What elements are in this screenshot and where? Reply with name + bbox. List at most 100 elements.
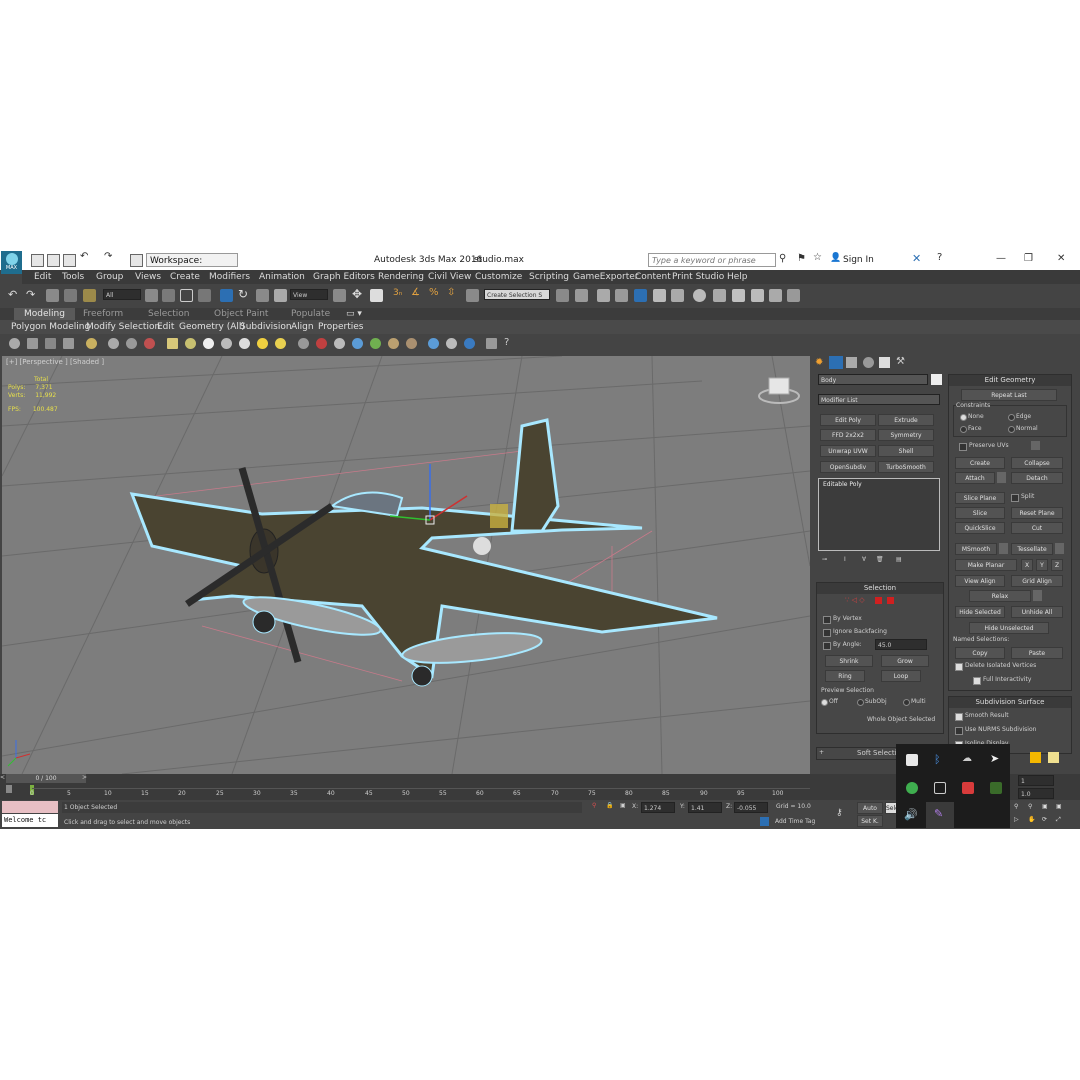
slice-plane-button[interactable]: Slice Plane: [955, 492, 1005, 504]
bind-space-warp-icon[interactable]: [83, 289, 96, 302]
open-file-icon[interactable]: [47, 254, 60, 267]
menu-gameexporter[interactable]: GameExporter: [573, 272, 639, 282]
help-circle-icon[interactable]: ?: [504, 337, 509, 348]
msmooth-settings-icon[interactable]: [999, 543, 1008, 554]
menu-print-studio[interactable]: Print Studio: [672, 272, 724, 282]
track-bar-icon[interactable]: [6, 785, 12, 793]
menu-help[interactable]: Help: [727, 272, 748, 282]
modify-tab-icon[interactable]: [829, 356, 843, 369]
object-color-swatch[interactable]: [931, 374, 942, 385]
pin-stack-icon[interactable]: ⊸: [822, 556, 827, 563]
webcam-icon[interactable]: [934, 782, 946, 794]
hemisphere-icon[interactable]: [185, 338, 196, 349]
time-slider[interactable]: 0 / 100: [6, 774, 86, 783]
ribbon-modify-selection[interactable]: Modify Selection: [86, 322, 160, 332]
full-interactivity-checkbox[interactable]: [973, 677, 981, 685]
copy-button[interactable]: Copy: [955, 647, 1005, 659]
x-coord-field[interactable]: 1.274: [641, 802, 675, 813]
paste-button[interactable]: Paste: [1011, 647, 1063, 659]
ribbon-polygon-modeling[interactable]: Polygon Modeling: [11, 322, 90, 332]
selection-filter-select[interactable]: All: [103, 289, 141, 300]
align-icon[interactable]: [575, 289, 588, 302]
time-tag-icon[interactable]: [760, 817, 769, 826]
subobject-polygon-icon[interactable]: [875, 597, 882, 604]
favorites-star-icon[interactable]: ☆: [813, 252, 822, 263]
repeat-last-button[interactable]: Repeat Last: [961, 389, 1057, 401]
render-production-icon[interactable]: [751, 289, 764, 302]
perspective-viewport[interactable]: [+] [Perspective ] [Shaded ] Total Polys…: [2, 356, 810, 774]
ring-button[interactable]: Ring: [825, 670, 865, 682]
reference-coordinate-select[interactable]: View: [290, 289, 328, 300]
collapse-button[interactable]: Collapse: [1011, 457, 1063, 469]
cone-icon[interactable]: [239, 338, 250, 349]
render-in-cloud-icon[interactable]: [787, 289, 800, 302]
msmooth-button[interactable]: MSmooth: [955, 543, 997, 555]
menu-group[interactable]: Group: [96, 272, 123, 282]
helper-icon[interactable]: [126, 338, 137, 349]
subdivision-iterations-field[interactable]: 1: [1018, 775, 1054, 786]
modifier-ffd-button[interactable]: FFD 2x2x2: [820, 429, 876, 441]
telegram-icon[interactable]: ➤: [990, 752, 999, 765]
use-nurms-checkbox[interactable]: [955, 727, 963, 735]
menu-rendering[interactable]: Rendering: [378, 272, 424, 282]
sign-in-button[interactable]: Sign In: [843, 255, 874, 265]
grow-button[interactable]: Grow: [881, 655, 929, 667]
redo-icon[interactable]: ↷: [104, 251, 115, 262]
subdivision-surface-title[interactable]: Subdivision Surface: [949, 697, 1071, 708]
subdivision-smoothness-field[interactable]: 1.0: [1018, 788, 1054, 799]
reset-plane-button[interactable]: Reset Plane: [1011, 507, 1063, 519]
project-folder-icon[interactable]: [130, 254, 143, 267]
binoculars-icon[interactable]: ⚲: [779, 253, 786, 264]
pen-icon[interactable]: ✎: [934, 807, 943, 820]
restore-icon[interactable]: ❐: [1024, 253, 1033, 264]
modifier-list-dropdown[interactable]: Modifier List: [818, 394, 940, 405]
utilities-tab-icon[interactable]: ⚒: [896, 356, 905, 367]
undo-icon[interactable]: ↶: [8, 288, 17, 301]
layers-icon[interactable]: [486, 338, 497, 349]
attach-button[interactable]: Attach: [955, 472, 995, 484]
zoom-extents-all-icon[interactable]: ▣: [1056, 803, 1062, 810]
standard-primitive-icon[interactable]: [167, 338, 178, 349]
scene-explorer-icon[interactable]: [615, 289, 628, 302]
modifier-opensubdiv-button[interactable]: OpenSubdiv: [820, 461, 876, 473]
unhide-all-button[interactable]: Unhide All: [1011, 606, 1063, 618]
menu-edit[interactable]: Edit: [34, 272, 51, 282]
render-setup-icon[interactable]: [713, 289, 726, 302]
tessellate-button[interactable]: Tessellate: [1011, 543, 1053, 555]
named-selection-sets-dropdown[interactable]: Create Selection S: [484, 289, 550, 300]
layer-manager-icon[interactable]: [597, 289, 610, 302]
hierarchy-tab-icon[interactable]: [846, 357, 857, 368]
by-angle-checkbox[interactable]: [823, 642, 831, 650]
app-green-icon[interactable]: [906, 782, 918, 794]
curve-editor-icon[interactable]: [653, 289, 666, 302]
field-of-view-icon[interactable]: ▷: [1014, 816, 1019, 823]
cut-button[interactable]: Cut: [1011, 522, 1063, 534]
crowd-icon[interactable]: [406, 338, 417, 349]
ribbon-tab-object-paint[interactable]: Object Paint: [214, 309, 268, 319]
material-editor-icon[interactable]: [693, 289, 706, 302]
keyboard-shortcut-icon[interactable]: [370, 289, 383, 302]
cloud-offline-icon[interactable]: ☁: [962, 753, 972, 764]
by-vertex-checkbox[interactable]: [823, 616, 831, 624]
set-key-button[interactable]: Set K.: [857, 815, 883, 827]
preview-multi-radio[interactable]: [903, 699, 910, 706]
select-and-move-icon[interactable]: [220, 289, 233, 302]
light-icon[interactable]: [86, 338, 97, 349]
compound-icon[interactable]: [334, 338, 345, 349]
ribbon-tab-populate[interactable]: Populate: [291, 309, 330, 319]
schematic-view-icon[interactable]: [671, 289, 684, 302]
modifier-extrude-button[interactable]: Extrude: [878, 414, 934, 426]
search-input[interactable]: Type a keyword or phrase: [648, 253, 776, 267]
torus-icon[interactable]: [221, 338, 232, 349]
select-and-link-icon[interactable]: [46, 289, 59, 302]
split-checkbox[interactable]: [1011, 494, 1019, 502]
preview-off-radio[interactable]: [821, 699, 828, 706]
create-button[interactable]: Create: [955, 457, 1005, 469]
menu-scripting[interactable]: Scripting: [529, 272, 569, 282]
modifier-turbosmooth-button[interactable]: TurboSmooth: [878, 461, 934, 473]
skylight-icon[interactable]: [275, 338, 286, 349]
ribbon-tab-selection[interactable]: Selection: [148, 309, 189, 319]
subobject-vertex-icon[interactable]: ∵ ◁ ◇: [845, 596, 865, 604]
hide-unselected-button[interactable]: Hide Unselected: [969, 622, 1049, 634]
delete-isolated-checkbox[interactable]: [955, 663, 963, 671]
